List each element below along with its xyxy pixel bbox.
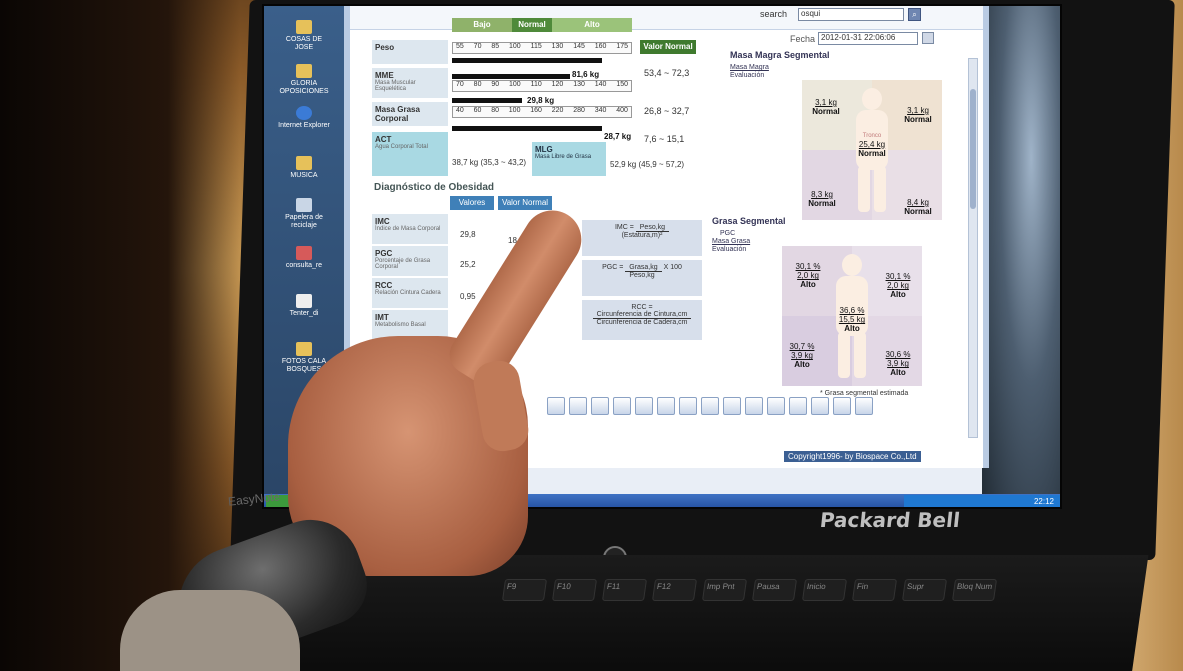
- masa-magra-title: Masa Magra Segmental: [730, 50, 830, 60]
- peso-normal-range: 53,4 ~ 72,3: [644, 68, 690, 78]
- toolbar-tool-icon[interactable]: [657, 397, 675, 415]
- row-act-label: ACT Agua Corporal Total: [372, 132, 448, 176]
- masa-magra-eval: Evaluación: [730, 72, 765, 79]
- formula-imc: IMC = Peso,kg (Estatura,m)²: [582, 220, 702, 256]
- mlg-box: MLG Masa Libre de Grasa: [532, 142, 606, 176]
- toolbar-tool-icon[interactable]: [745, 397, 763, 415]
- key[interactable]: F12: [651, 579, 698, 601]
- key[interactable]: Bloq Num: [951, 579, 998, 601]
- shirt-sleeve: [120, 590, 300, 671]
- row-peso-label: Peso: [372, 40, 448, 64]
- calendar-button[interactable]: [922, 32, 934, 44]
- grasa-sub-pgc: PGC: [720, 230, 736, 237]
- search-icon: ⌕: [912, 10, 917, 19]
- mlg-value: 52,9 kg (45,9 ~ 57,2): [610, 160, 685, 169]
- mme-bar: [452, 74, 570, 79]
- masa-grasa-scale: 40 60 80 100 160 220 280 340 400: [452, 106, 632, 118]
- key[interactable]: Imp Pnt: [701, 579, 748, 601]
- masa-grasa-normal-range: 26,8 ~ 32,7: [644, 106, 690, 116]
- mme-value: 81,6 kg: [572, 70, 600, 79]
- peso-bar: [452, 58, 602, 63]
- toolbar-tool-icon[interactable]: [613, 397, 631, 415]
- grasa-body-panel: 30,1 % 2,0 kg Alto 30,1 % 2,0 kg Alto 36,6 %…: [782, 246, 922, 386]
- row-masa-grasa-label: Masa Grasa Corporal: [372, 102, 448, 126]
- header-bajo: Bajo: [452, 18, 512, 32]
- scroll-thumb[interactable]: [970, 89, 976, 209]
- search-label: search: [760, 9, 788, 19]
- internet-explorer-icon: [296, 106, 312, 120]
- masa-grasa-value: 29,8 kg: [527, 96, 555, 105]
- toolbar-tool-icon[interactable]: [679, 397, 697, 415]
- copyright-text: Copyright1996- by Biospace Co.,Ltd: [784, 451, 921, 462]
- toolbar-tool-icon[interactable]: [789, 397, 807, 415]
- system-tray: 22:12: [904, 495, 1060, 507]
- key[interactable]: Pausa: [751, 579, 798, 601]
- gs-right-arm: 30,1 % 2,0 kg Alto: [885, 272, 911, 300]
- gs-right-leg: 30,6 % 3,9 kg Alto: [885, 350, 911, 378]
- toolbar-tool-icon[interactable]: [701, 397, 719, 415]
- search-button[interactable]: ⌕: [908, 8, 921, 21]
- toolbar-tool-icon[interactable]: [855, 397, 873, 415]
- gs-left-leg: 30,7 % 3,9 kg Alto: [789, 342, 815, 370]
- folder-icon: [296, 20, 312, 34]
- desktop-icon-folder[interactable]: MUSICA: [278, 156, 330, 180]
- laptop-brand-logo: Packard Bell: [818, 508, 962, 532]
- folder-icon: [296, 156, 312, 170]
- key[interactable]: Fin: [851, 579, 898, 601]
- grasa-title: Grasa Segmental: [712, 216, 786, 226]
- app-toolbar: [544, 394, 904, 420]
- grasa-sub-masa: Masa Grasa: [712, 238, 751, 245]
- masa-magra-body-panel: 3,1 kg Normal 3,1 kg Normal Tronco 25,4 kg N…: [802, 80, 942, 220]
- search-input[interactable]: osqui: [798, 8, 904, 21]
- row-mme-label: MME Masa Muscular Esquelética: [372, 68, 448, 98]
- fecha-label: Fecha: [790, 34, 816, 44]
- act-normal-range: 7,6 ~ 15,1: [644, 134, 685, 144]
- desktop-icon-browser[interactable]: Internet Explorer: [278, 106, 330, 130]
- folder-icon: [296, 64, 312, 78]
- grasa-sub-eval: Evaluación: [712, 246, 747, 253]
- act-bar: [452, 126, 602, 131]
- header-normal: Normal: [512, 18, 552, 32]
- act-value: 28,7 kg: [604, 132, 632, 141]
- body-composition-table: Bajo Normal Alto Valor Normal Peso 55 70 8…: [372, 10, 717, 195]
- peso-scale: 55 70 85 100 115 130 145 160 175: [452, 42, 632, 54]
- desktop-icon-folder[interactable]: COSAS DE JOSE: [278, 20, 330, 51]
- fecha-input[interactable]: 2012-01-31 22:06:06: [818, 32, 918, 45]
- toolbar-tool-icon[interactable]: [723, 397, 741, 415]
- toolbar-tool-icon[interactable]: [833, 397, 851, 415]
- key[interactable]: Supr: [901, 579, 948, 601]
- index-finger: [442, 199, 593, 392]
- clock: 22:12: [1033, 497, 1054, 506]
- formula-rcc: RCC = Circunferencia de Cintura,cm Circun…: [582, 300, 702, 340]
- desktop-wallpaper: [982, 6, 1060, 507]
- toolbar-tool-icon[interactable]: [635, 397, 653, 415]
- mme-scale: 70 80 90 100 110 120 130 140 150: [452, 80, 632, 92]
- gs-trunk: 36,6 % 15,5 kg Alto: [838, 306, 866, 334]
- mm-left-arm: 3,1 kg Normal: [812, 98, 840, 117]
- formula-pgc: PGC = Grasa,kg X 100 Peso,kg: [582, 260, 702, 296]
- mm-trunk: Tronco 25,4 kg Normal: [858, 133, 886, 159]
- mm-right-leg: 8,4 kg Normal: [904, 198, 932, 217]
- key[interactable]: Inicio: [801, 579, 848, 601]
- header-valor-normal: Valor Normal: [640, 40, 696, 54]
- mm-left-leg: 8,3 kg Normal: [808, 190, 836, 209]
- toolbar-tool-icon[interactable]: [811, 397, 829, 415]
- gs-left-arm: 30,1 % 2,0 kg Alto: [795, 262, 821, 290]
- masa-magra-sub: Masa Magra: [730, 64, 769, 71]
- masa-grasa-bar: [452, 98, 522, 103]
- desktop-icon-folder[interactable]: GLORIA OPOSICIONES: [278, 64, 330, 95]
- key[interactable]: F11: [601, 579, 648, 601]
- act-total-value: 38,7 kg (35,3 ~ 43,2): [452, 158, 527, 167]
- header-alto: Alto: [552, 18, 632, 32]
- scrollbar[interactable]: [968, 58, 978, 438]
- mm-right-arm: 3,1 kg Normal: [904, 106, 932, 125]
- toolbar-tool-icon[interactable]: [767, 397, 785, 415]
- photo-scene: COSAS DE JOSE GLORIA OPOSICIONES Interne…: [0, 0, 1183, 671]
